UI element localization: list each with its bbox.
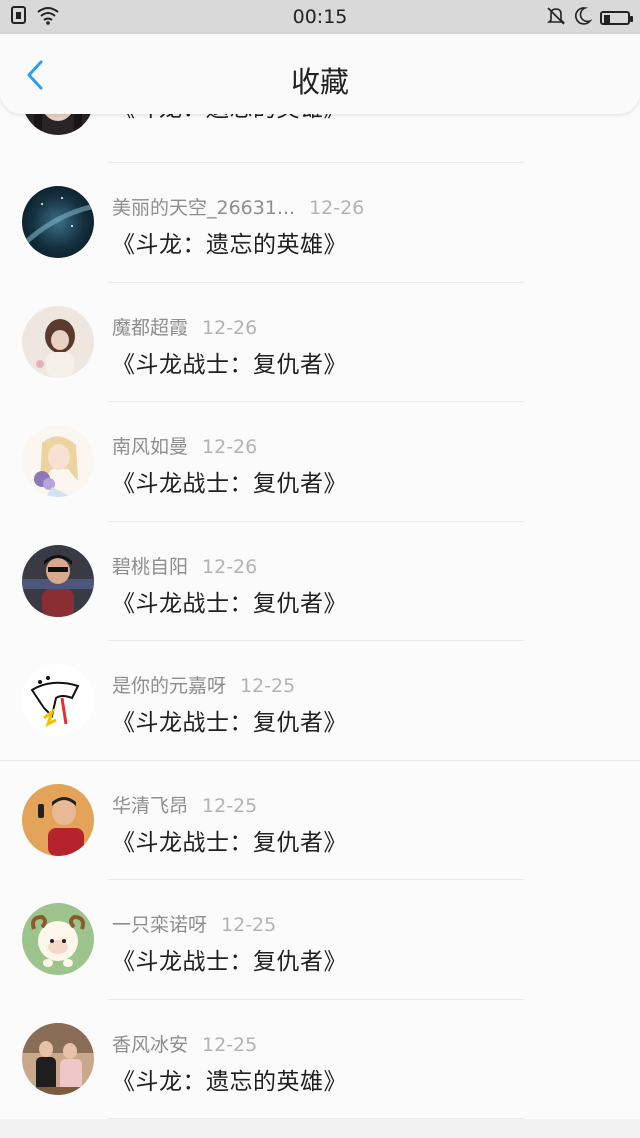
- item-date: 12-26: [309, 197, 365, 219]
- list-item[interactable]: 香风冰安 12-25 《斗龙：遗忘的英雄》: [0, 1000, 640, 1119]
- avatar: [22, 186, 94, 258]
- moon-icon: [574, 6, 593, 30]
- avatar: [22, 425, 94, 497]
- list-item[interactable]: 美丽的天空_26631... 12-26 《斗龙：遗忘的英雄》: [0, 163, 640, 283]
- item-title: 《斗龙战士：复仇者》: [112, 829, 347, 856]
- list-item[interactable]: 是你的元嘉呀 12-25 《斗龙战士：复仇者》: [0, 641, 640, 761]
- item-date: 12-25: [240, 675, 296, 697]
- item-meta: 魔都超霞 12-26: [112, 313, 257, 340]
- item-date: 12-25: [202, 1033, 258, 1056]
- item-date: 12-25: [221, 914, 277, 936]
- item-meta: 美丽的天空_26631... 12-26: [112, 193, 364, 220]
- item-user[interactable]: 华清飞昂: [112, 795, 188, 817]
- list-item[interactable]: 华清飞昂 12-25 《斗龙战士：复仇者》: [0, 761, 640, 880]
- item-user[interactable]: 一只栾诺呀: [112, 914, 207, 936]
- avatar: [22, 544, 94, 617]
- item-user[interactable]: 南风如曼: [112, 436, 188, 458]
- avatar: [22, 783, 94, 856]
- item-user[interactable]: 香风冰安: [112, 1034, 188, 1056]
- status-right: [546, 6, 633, 30]
- list-item[interactable]: 碧桃自阳 12-26 《斗龙战士：复仇者》: [0, 522, 640, 641]
- item-meta: 是你的元嘉呀 12-25: [112, 671, 295, 698]
- favorites-list: 《斗龙：遗忘的英雄》 美丽的天空_26631...12-26 《斗龙：遗忘的: [0, 63, 640, 1119]
- item-meta: 南风如曼 12-26: [112, 432, 257, 459]
- item-meta: 香风冰安 12-25: [112, 1030, 257, 1057]
- navigation-bar: 收藏: [0, 34, 640, 114]
- avatar: [22, 903, 94, 975]
- item-title: 《斗龙战士：复仇者》: [112, 471, 347, 497]
- list-item[interactable]: 一只栾诺呀 12-25 《斗龙战士：复仇者》: [0, 880, 640, 1000]
- item-date: 12-26: [202, 436, 258, 458]
- list-item[interactable]: 南风如曼 12-26 《斗龙战士：复仇者》: [0, 402, 640, 522]
- item-user[interactable]: 美丽的天空_26631...: [112, 197, 295, 219]
- item-title: 《斗龙战士：复仇者》: [112, 590, 347, 617]
- item-title: 《斗龙战士：复仇者》: [112, 949, 347, 975]
- item-meta: 碧桃自阳 12-26: [112, 552, 257, 579]
- battery-fill: [604, 15, 610, 23]
- avatar: [22, 664, 94, 736]
- item-date: 12-25: [202, 794, 258, 817]
- page-title: 收藏: [290, 65, 349, 99]
- item-meta: 一只栾诺呀 12-25: [112, 910, 276, 937]
- item-title: 《斗龙战士：复仇者》: [112, 710, 347, 736]
- item-title: 《斗龙：遗忘的英雄》: [112, 232, 347, 258]
- divider: [108, 1118, 524, 1119]
- avatar: [22, 1022, 94, 1095]
- status-time: 00:15: [292, 6, 348, 28]
- avatar: [22, 305, 94, 378]
- item-user[interactable]: 魔都超霞: [112, 317, 188, 339]
- battery-icon: [600, 11, 633, 25]
- item-meta: 华清飞昂 12-25: [112, 791, 257, 818]
- item-user[interactable]: 碧桃自阳: [112, 556, 188, 578]
- list-item[interactable]: 魔都超霞 12-26 《斗龙战士：复仇者》: [0, 283, 640, 402]
- item-date: 12-26: [202, 555, 258, 578]
- item-title: 《斗龙：遗忘的英雄》: [112, 1068, 347, 1095]
- item-date: 12-26: [202, 316, 258, 339]
- bell-muted-icon: [546, 6, 566, 30]
- item-title: 《斗龙战士：复仇者》: [112, 351, 347, 378]
- status-bar: 00:15: [0, 0, 640, 34]
- item-user[interactable]: 是你的元嘉呀: [112, 675, 226, 697]
